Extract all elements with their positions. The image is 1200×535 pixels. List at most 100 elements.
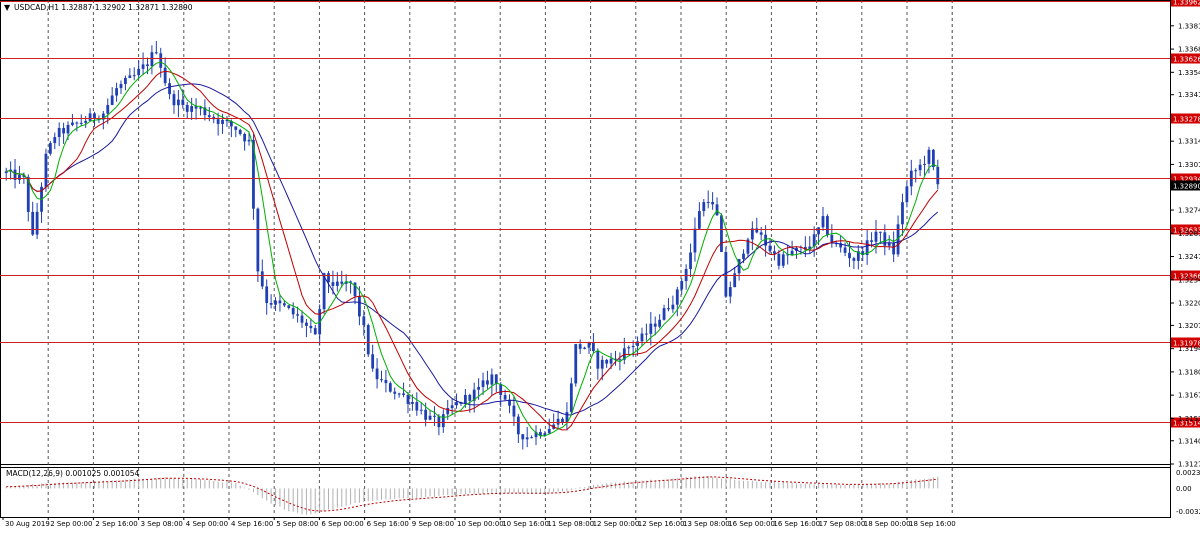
candle-body xyxy=(649,323,653,334)
candle-body xyxy=(525,437,529,440)
x-tick-label: 9 Sep 08:00 xyxy=(412,520,454,528)
candle-body xyxy=(702,202,706,212)
candle-body xyxy=(150,52,154,67)
y-tick-label: 1.31940 xyxy=(1178,345,1200,353)
x-tick-label: 11 Sep 08:00 xyxy=(547,520,594,528)
candle-body xyxy=(62,127,66,134)
y-tick-label: 1.33545 xyxy=(1178,69,1200,77)
candle-body xyxy=(817,227,820,235)
level-label: 1.33626 xyxy=(1173,56,1200,64)
candle-body xyxy=(870,240,873,242)
collapse-triangle-icon[interactable]: ▼ xyxy=(4,3,11,12)
candle-body xyxy=(918,164,922,171)
candle-body xyxy=(556,418,560,425)
x-tick-label: 6 Sep 16:00 xyxy=(367,520,409,528)
x-tick-label: 2 Sep 00:00 xyxy=(50,520,92,528)
x-tick-label: 2 Sep 16:00 xyxy=(95,520,137,528)
candle-body xyxy=(720,215,723,252)
x-tick-label: 6 Sep 00:00 xyxy=(321,520,363,528)
chart-canvas[interactable]: 1.339621.336261.332781.329341.326331.323… xyxy=(0,0,1200,531)
candle-body xyxy=(463,394,467,404)
candle-body xyxy=(667,308,670,310)
candle-body xyxy=(490,374,494,385)
candle-body xyxy=(57,127,61,138)
candle-body xyxy=(66,124,70,134)
y-tick-label: 1.33145 xyxy=(1178,138,1200,146)
candle-body xyxy=(309,325,313,329)
candle-body xyxy=(680,281,684,290)
candle-body xyxy=(406,394,410,404)
trading-chart[interactable]: 1.33962 1.33626 1.33278 1.32934 1.32633 1.323… xyxy=(0,0,1200,531)
x-tick-label: 12 Sep 16:00 xyxy=(638,520,685,528)
candle-body xyxy=(335,281,339,286)
candle-body xyxy=(234,126,238,130)
candle-body xyxy=(481,380,485,387)
x-tick-label: 13 Sep 08:00 xyxy=(683,520,730,528)
candle-body xyxy=(521,434,525,440)
candle-body xyxy=(31,211,35,235)
candle-body xyxy=(631,345,635,348)
candle-body xyxy=(609,358,613,364)
candle-body xyxy=(671,304,675,310)
candle-body xyxy=(878,231,882,233)
candle-body xyxy=(415,402,419,411)
candle-body xyxy=(596,351,600,369)
candle-body xyxy=(640,333,644,342)
candle-body xyxy=(905,186,909,203)
candle-body xyxy=(366,325,370,355)
candle-body xyxy=(516,416,520,435)
candle-body xyxy=(216,119,220,124)
candle-body xyxy=(35,211,39,235)
level-label: 1.33962 xyxy=(1173,0,1200,7)
candle-body xyxy=(605,359,609,364)
candle-body xyxy=(790,250,794,255)
candle-body xyxy=(468,394,472,401)
candle-body xyxy=(305,322,308,326)
candle-body xyxy=(697,211,701,229)
candle-body xyxy=(843,247,847,253)
candle-body xyxy=(124,77,127,84)
candle-body xyxy=(450,405,454,409)
candle-body xyxy=(380,379,383,381)
candle-body xyxy=(71,122,74,125)
x-tick-label: 12 Sep 00:00 xyxy=(593,520,640,528)
candle-body xyxy=(644,333,648,335)
x-tick-label: 5 Sep 08:00 xyxy=(276,520,318,528)
candle-body xyxy=(371,354,375,369)
y-tick-label: 1.31405 xyxy=(1178,437,1200,445)
candle-body xyxy=(486,380,489,385)
candle-body xyxy=(88,113,92,121)
candle-body xyxy=(750,228,754,240)
candle-body xyxy=(728,287,732,297)
candle-body xyxy=(653,323,657,327)
macd-tick-label: 0.00238 xyxy=(1176,469,1200,477)
candle-body xyxy=(282,303,286,306)
x-tick-label: 17 Sep 08:00 xyxy=(819,520,866,528)
candle-body xyxy=(115,88,118,96)
y-tick-label: 1.32340 xyxy=(1178,276,1200,284)
candle-body xyxy=(260,271,264,287)
candle-body xyxy=(207,115,211,117)
x-tick-label: 18 Sep 16:00 xyxy=(909,520,956,528)
candle-body xyxy=(936,167,940,185)
candle-body xyxy=(243,133,247,142)
candle-body xyxy=(662,308,666,320)
x-tick-label: 10 Sep 00:00 xyxy=(457,520,504,528)
candle-body xyxy=(759,232,763,235)
candle-body xyxy=(269,303,273,305)
y-tick-label: 1.33010 xyxy=(1178,161,1200,169)
candle-body xyxy=(742,253,745,260)
candle-body xyxy=(914,170,918,172)
y-tick-label: 1.33815 xyxy=(1178,22,1200,30)
candle-body xyxy=(141,64,145,69)
candle-body xyxy=(75,122,79,124)
candle-body xyxy=(132,75,136,77)
candle-body xyxy=(419,409,423,411)
candle-body xyxy=(883,232,887,246)
candle-body xyxy=(768,245,772,252)
candle-body xyxy=(711,201,715,205)
macd-tick-label: 0.00 xyxy=(1176,485,1192,493)
candle-body xyxy=(689,252,692,270)
y-tick-label: 1.31535 xyxy=(1178,415,1200,423)
x-tick-label: 10 Sep 16:00 xyxy=(502,520,549,528)
